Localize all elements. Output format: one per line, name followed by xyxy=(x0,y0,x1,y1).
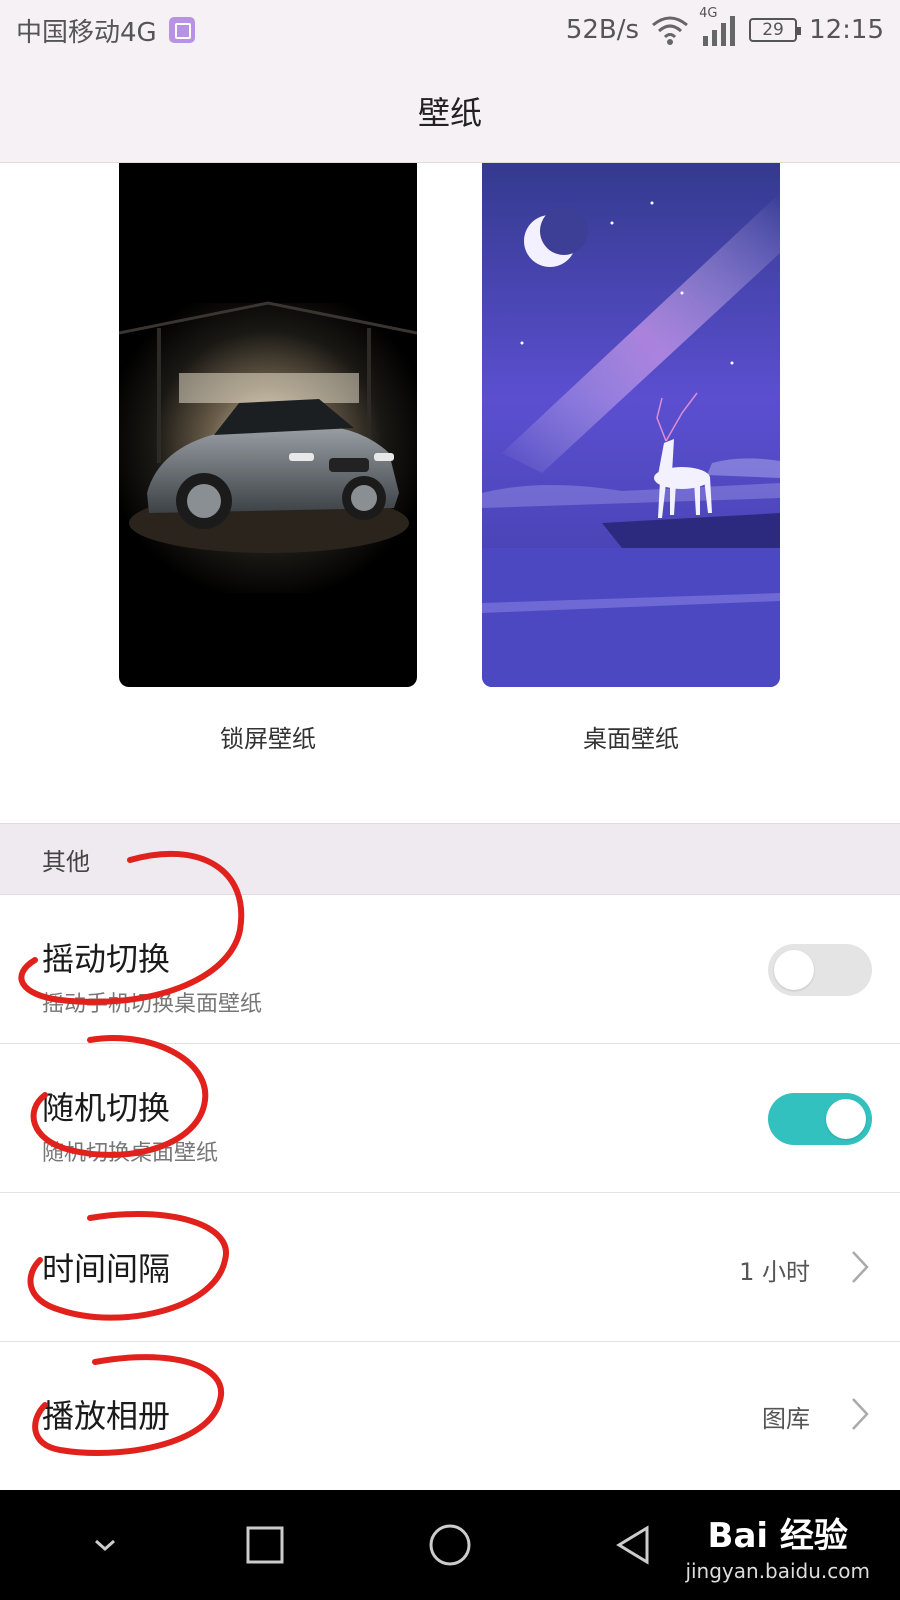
interval-value: 1 小时 xyxy=(739,1258,810,1286)
network-speed: 52B/s xyxy=(565,15,640,45)
random-switch-title: 随机切换 xyxy=(42,1089,171,1127)
section-title: 其他 xyxy=(42,847,90,876)
home-screen-wallpaper-preview[interactable] xyxy=(482,163,780,687)
interval-title: 时间间隔 xyxy=(42,1250,171,1288)
baidu-watermark: Bai 经验 jingyan.baidu.com xyxy=(685,1508,870,1583)
home-screen-wallpaper-label: 桌面壁纸 xyxy=(583,725,679,753)
status-right: 52B/s 4G 29 12:15 xyxy=(565,6,884,46)
battery-level: 29 xyxy=(762,20,784,40)
shake-switch-row[interactable]: 摇动切换 摇动手机切换桌面壁纸 xyxy=(0,896,900,1044)
lock-screen-wallpaper-preview[interactable] xyxy=(119,163,417,687)
toggle-knob xyxy=(774,950,814,990)
carrier-name: 中国移动4G xyxy=(16,17,157,48)
gallery-notification-icon xyxy=(168,17,195,43)
random-switch-toggle[interactable] xyxy=(768,1093,872,1145)
album-row[interactable]: 播放相册 图库 xyxy=(0,1343,900,1490)
clock: 12:15 xyxy=(809,15,884,45)
network-type-label: 4G xyxy=(699,6,718,21)
toggle-knob xyxy=(826,1099,866,1139)
page-title: 壁纸 xyxy=(417,94,482,132)
random-switch-subtitle: 随机切换桌面壁纸 xyxy=(42,1141,219,1166)
recent-apps-icon[interactable] xyxy=(240,1490,290,1600)
random-switch-row[interactable]: 随机切换 随机切换桌面壁纸 xyxy=(0,1045,900,1193)
album-value: 图库 xyxy=(762,1405,810,1433)
battery-icon: 29 xyxy=(749,18,802,42)
chevron-right-icon xyxy=(850,1397,870,1435)
interval-row[interactable]: 时间间隔 1 小时 xyxy=(0,1194,900,1342)
wifi-icon xyxy=(651,15,689,45)
watermark-url: jingyan.baidu.com xyxy=(685,1559,870,1583)
section-header-other: 其他 xyxy=(0,823,900,895)
back-icon[interactable] xyxy=(608,1490,658,1600)
shake-switch-toggle[interactable] xyxy=(768,944,872,996)
watermark-logo: Bai 经验 xyxy=(707,1516,848,1556)
wallpaper-section: 锁屏壁纸 桌面壁纸 xyxy=(0,163,900,823)
lock-screen-wallpaper-label: 锁屏壁纸 xyxy=(220,725,316,753)
signal-icon: 4G xyxy=(699,6,737,46)
hide-nav-icon[interactable] xyxy=(80,1490,130,1600)
status-left: 中国移动4G xyxy=(16,12,195,49)
navigation-bar: Bai 经验 jingyan.baidu.com xyxy=(0,1490,900,1600)
shake-switch-subtitle: 摇动手机切换桌面壁纸 xyxy=(42,992,263,1017)
status-bar: 中国移动4G 52B/s 4G 29 12:15 xyxy=(0,0,900,60)
chevron-right-icon xyxy=(850,1250,870,1288)
album-title: 播放相册 xyxy=(42,1397,171,1435)
app-header: 壁纸 xyxy=(0,60,900,163)
home-icon[interactable] xyxy=(425,1490,475,1600)
shake-switch-title: 摇动切换 xyxy=(42,940,171,978)
